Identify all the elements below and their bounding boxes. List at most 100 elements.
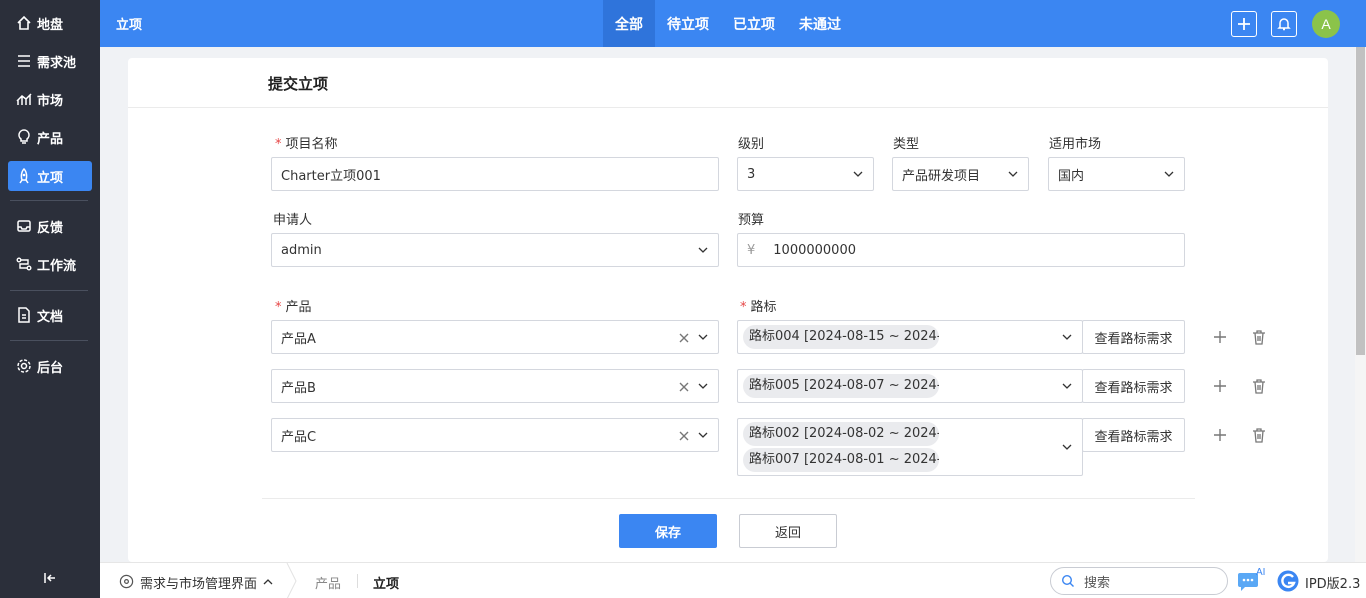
list-icon [15,52,33,70]
gear-icon [15,357,33,375]
budget-label: 预算 [738,213,765,228]
sidebar-item-documents[interactable]: 文档 [8,300,92,330]
type-label: 类型 [893,137,920,152]
roadmap-tag: 路标005 [2024-08-07 ~ 2024-08 [743,374,939,398]
trash-icon[interactable] [1251,329,1267,345]
chevron-down-icon [1062,383,1072,389]
sidebar-item-label: 地盘 [37,17,64,33]
roadmap-select[interactable]: 路标005 [2024-08-07 ~ 2024-08 [737,369,1083,403]
save-button[interactable]: 保存 [619,514,717,548]
sidebar-item-market[interactable]: 市场 [8,84,92,114]
sidebar-item-label: 后台 [37,360,64,376]
add-row-icon[interactable] [1212,329,1228,345]
sidebar-item-requirement-pool[interactable]: 需求池 [8,46,92,76]
search-icon [1061,574,1074,587]
ipd-logo-icon [1277,570,1299,592]
roadmap-label: * 路标 [740,300,777,315]
chevron-down-icon [853,171,863,177]
view-roadmap-requirements-button[interactable]: 查看路标需求 [1082,369,1185,403]
ai-assistant-button[interactable]: AI [1236,567,1268,593]
chevron-up-icon[interactable] [263,577,273,587]
divider [262,498,1195,499]
collapse-sidebar-icon[interactable] [42,570,58,586]
product-select[interactable]: 产品C [271,418,719,452]
market-label: 适用市场 [1049,137,1102,152]
roadmap-tag: 路标004 [2024-08-15 ~ 2024-08 [743,325,939,349]
product-select[interactable]: 产品B [271,369,719,403]
project-name-input[interactable]: Charter立项001 [271,157,719,191]
inbox-icon [15,217,33,235]
tab-pending[interactable]: 待立项 [660,0,716,47]
sidebar-item-label: 市场 [37,93,64,109]
product-label: * 产品 [275,300,312,315]
applicant-label: 申请人 [273,213,313,228]
add-button[interactable] [1231,11,1257,37]
chevron-down-icon [698,247,708,253]
form-title: 提交立项 [268,75,329,93]
view-roadmap-requirements-button[interactable]: 查看路标需求 [1082,320,1185,354]
product-select[interactable]: 产品A [271,320,719,354]
sidebar-item-label: 立项 [37,170,64,186]
avatar[interactable]: A [1312,10,1340,38]
trash-icon[interactable] [1251,427,1267,443]
budget-input[interactable]: ¥ 1000000000 [737,233,1185,267]
market-select[interactable]: 国内 [1048,157,1185,191]
add-row-icon[interactable] [1212,378,1228,394]
search-input[interactable]: 搜索 [1050,567,1228,595]
back-button[interactable]: 返回 [739,514,837,548]
roadmap-tag: 路标007 [2024-08-01 ~ 2024-08 [743,448,939,472]
sidebar-item-label: 产品 [37,131,64,147]
sidebar-item-feedback[interactable]: 反馈 [8,211,92,241]
clear-icon[interactable] [678,332,690,344]
sidebar-item-workflow[interactable]: 工作流 [8,249,92,279]
tab-approved[interactable]: 已立项 [726,0,782,47]
divider [128,107,1328,108]
chevron-down-icon [698,383,708,389]
sidebar-item-label: 文档 [37,309,64,325]
tab-rejected[interactable]: 未通过 [792,0,848,47]
footer-bar: 需求与市场管理界面 产品 立项 搜索 AI IPD版2.3 [100,562,1366,598]
breadcrumb-parent[interactable]: 产品 [315,573,341,592]
roadmap-select[interactable]: 路标004 [2024-08-15 ~ 2024-08 [737,320,1083,354]
bulb-icon [15,128,33,146]
app-logo-icon [119,574,134,589]
tab-all[interactable]: 全部 [603,0,655,47]
roadmap-tag: 路标002 [2024-08-02 ~ 2024-08 [743,422,939,446]
clear-icon[interactable] [678,381,690,393]
sidebar-item-label: 工作流 [37,258,77,274]
level-select[interactable]: 3 [737,157,874,191]
chevron-down-icon [1062,334,1072,340]
chevron-down-icon [1062,444,1072,450]
plus-icon [1238,18,1250,30]
required-mark: * [740,300,747,315]
trash-icon[interactable] [1251,378,1267,394]
top-header: 立项 全部 待立项 已立项 未通过 A [100,0,1366,47]
roadmap-select[interactable]: 路标002 [2024-08-02 ~ 2024-08 路标007 [2024-… [737,418,1083,476]
sidebar-item-label: 需求池 [37,55,77,71]
sidebar-item-dashboard[interactable]: 地盘 [8,8,92,38]
sidebar-item-product[interactable]: 产品 [8,122,92,152]
home-icon [15,14,33,32]
version-label: IPD版2.3 [1305,577,1361,592]
ai-label: AI [1256,567,1266,578]
clear-icon[interactable] [678,430,690,442]
sidebar-divider [10,290,88,291]
view-roadmap-requirements-button[interactable]: 查看路标需求 [1082,418,1185,452]
required-mark: * [275,300,282,315]
app-switcher[interactable]: 需求与市场管理界面 [140,573,257,592]
notification-button[interactable] [1271,11,1297,37]
type-select[interactable]: 产品研发项目 [892,157,1029,191]
chevron-down-icon [698,432,708,438]
form-card: 提交立项 * 项目名称 级别 类型 适用市场 Charter立项001 3 产品研… [128,58,1328,562]
add-row-icon[interactable] [1212,427,1228,443]
scrollbar-thumb[interactable] [1356,47,1365,355]
level-label: 级别 [738,137,765,152]
chevron-down-icon [1008,171,1018,177]
chart-icon [15,90,33,108]
applicant-select[interactable]: admin [271,233,719,267]
sidebar-item-admin[interactable]: 后台 [8,351,92,381]
sidebar: 地盘 需求池 市场 产品 立项 反馈 工作流 文档 后台 [0,0,100,598]
sidebar-divider [10,200,88,201]
breadcrumb-divider [357,574,358,588]
sidebar-item-project[interactable]: 立项 [8,161,92,191]
